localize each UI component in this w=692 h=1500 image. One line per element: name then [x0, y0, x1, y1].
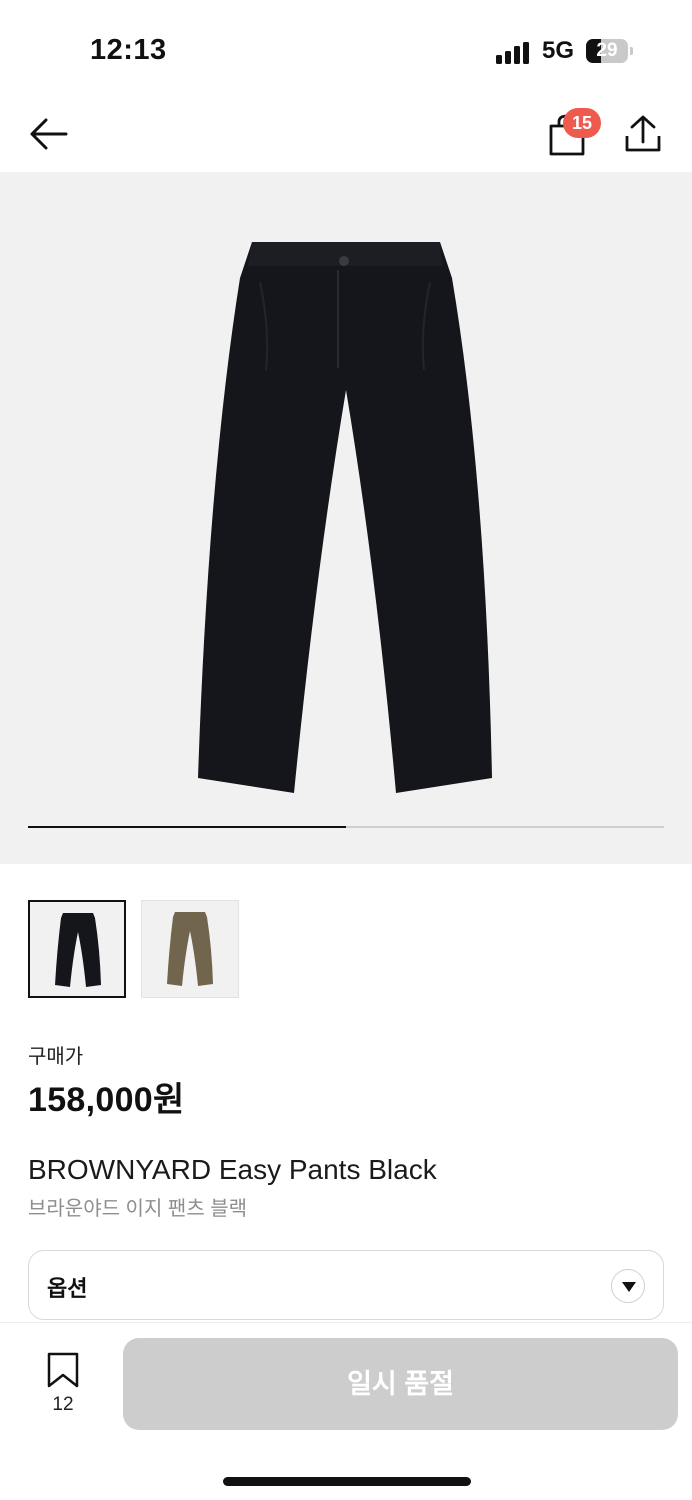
- product-name-en: BROWNYARD Easy Pants Black: [28, 1154, 437, 1185]
- thumbnail-brown[interactable]: [141, 900, 239, 998]
- soldout-button[interactable]: 일시 품절: [123, 1338, 678, 1430]
- share-icon: [625, 115, 661, 152]
- product-detail-page: 12:13 5G 29 15 구매가 158,000원 BROWNYARD Ea…: [0, 0, 692, 1500]
- bookmark-button[interactable]: 12: [40, 1352, 86, 1422]
- status-bar: 12:13 5G 29: [0, 0, 692, 100]
- option-chevron: [611, 1269, 645, 1303]
- network-type: 5G: [542, 37, 575, 64]
- arrow-left-icon: [30, 118, 68, 150]
- product-image: [198, 242, 492, 793]
- status-time: 12:13: [90, 34, 167, 66]
- battery-cap: [630, 47, 633, 55]
- price-label: 구매가: [28, 1046, 84, 1068]
- bookmark-count: 12: [52, 1394, 74, 1415]
- battery-icon: 29: [586, 39, 628, 63]
- thumbnail-image: [55, 913, 101, 987]
- bookmark-icon: [47, 1352, 79, 1388]
- product-image-carousel[interactable]: [0, 172, 692, 864]
- thumbnail-black[interactable]: [28, 900, 126, 998]
- option-label: 옵션: [47, 1276, 88, 1301]
- cart-count-badge: 15: [563, 108, 601, 138]
- chevron-down-icon: [622, 1282, 636, 1292]
- battery-level: 29: [596, 40, 618, 61]
- signal-icon: [496, 40, 532, 64]
- back-button[interactable]: [26, 112, 72, 156]
- option-select[interactable]: 옵션: [28, 1250, 664, 1320]
- image-progress-track: [28, 826, 664, 828]
- price-value: 158,000원: [28, 1081, 185, 1119]
- product-name-ko: 브라운야드 이지 팬츠 블랙: [28, 1198, 248, 1220]
- share-button[interactable]: [622, 112, 664, 156]
- image-progress-fill: [28, 826, 346, 828]
- thumbnail-image: [167, 912, 213, 986]
- home-indicator: [223, 1477, 471, 1486]
